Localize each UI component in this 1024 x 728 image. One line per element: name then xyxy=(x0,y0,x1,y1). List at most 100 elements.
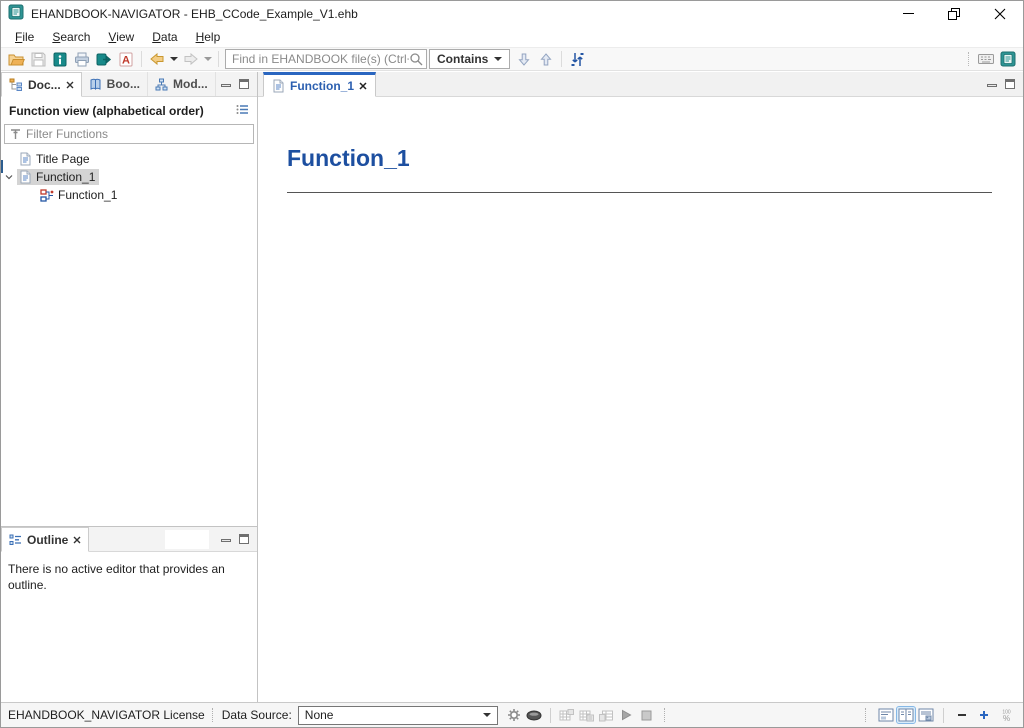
close-icon[interactable] xyxy=(66,81,74,89)
data-source-eye-icon xyxy=(526,710,542,721)
ehandbook-perspective-button[interactable] xyxy=(997,49,1019,70)
maximize-editor-icon[interactable] xyxy=(1005,79,1015,89)
menu-bar: File Search View Data Help xyxy=(1,26,1023,47)
data-source-view-button[interactable] xyxy=(524,705,544,725)
function-view-title: Function view (alphabetical order) xyxy=(9,104,204,118)
save-icon xyxy=(31,52,46,67)
toolbar-right-group xyxy=(964,49,1019,70)
window-title: EHANDBOOK-NAVIGATOR - EHB_CCode_Example_… xyxy=(31,7,358,21)
license-status: EHANDBOOK_NAVIGATOR License xyxy=(8,708,205,722)
menu-data[interactable]: Data xyxy=(143,28,186,46)
zoom-out-button[interactable] xyxy=(952,705,972,725)
zoom-level-indicator: 100% xyxy=(996,705,1016,725)
document-icon xyxy=(272,79,285,93)
title-bar: EHANDBOOK-NAVIGATOR - EHB_CCode_Example_… xyxy=(1,1,1023,26)
minimize-button[interactable] xyxy=(885,1,931,26)
pdf-export-button[interactable]: A xyxy=(115,49,137,70)
measure-button-3[interactable] xyxy=(597,705,617,725)
save-button[interactable] xyxy=(27,49,49,70)
ehandbook-book-button[interactable] xyxy=(49,49,71,70)
pdf-export-icon: A xyxy=(119,52,133,67)
tree-row-title-page[interactable]: Title Page xyxy=(1,150,257,168)
forward-history-dropdown[interactable] xyxy=(202,49,214,70)
back-history-caret xyxy=(170,57,178,61)
tab-outline[interactable]: Outline xyxy=(1,527,89,552)
print-icon xyxy=(74,52,90,67)
find-previous-button[interactable] xyxy=(535,49,557,70)
close-icon[interactable] xyxy=(359,82,367,90)
ehandbook-app-icon xyxy=(1000,51,1016,67)
forward-button[interactable] xyxy=(180,49,202,70)
menu-file[interactable]: File xyxy=(6,28,43,46)
close-icon xyxy=(994,8,1006,20)
settings-gear-icon xyxy=(507,708,521,722)
outline-toolbar-placeholder xyxy=(165,530,209,549)
tab-bookmarks-view[interactable]: Boo... xyxy=(82,72,148,96)
menu-search[interactable]: Search xyxy=(43,28,99,46)
contains-dropdown[interactable]: Contains xyxy=(429,49,510,69)
document-view-panel: Doc... Boo... Mod... xyxy=(1,72,257,527)
menu-help[interactable]: Help xyxy=(187,28,230,46)
main-toolbar: A Contains xyxy=(1,47,1023,71)
tab-editor-function-1[interactable]: Function_1 xyxy=(263,72,376,97)
forward-history-caret xyxy=(204,57,212,61)
layout-media-button[interactable] xyxy=(917,707,935,723)
chevron-down-icon[interactable] xyxy=(1,174,17,180)
synchronize-icon xyxy=(570,52,585,67)
selected-tree-item[interactable]: Function_1 xyxy=(17,169,99,185)
view-minmax-controls xyxy=(221,72,257,96)
close-button[interactable] xyxy=(977,1,1023,26)
minimize-view-icon[interactable] xyxy=(221,84,231,87)
restore-button[interactable] xyxy=(931,1,977,26)
synchronize-button[interactable] xyxy=(566,49,588,70)
back-button[interactable] xyxy=(146,49,168,70)
maximize-view-icon[interactable] xyxy=(239,79,249,89)
maximize-view-icon[interactable] xyxy=(239,534,249,544)
zoom-in-button[interactable] xyxy=(974,705,994,725)
print-button[interactable] xyxy=(71,49,93,70)
tab-model-view[interactable]: Mod... xyxy=(148,72,216,96)
measure-button-2[interactable] xyxy=(577,705,597,725)
back-history-dropdown[interactable] xyxy=(168,49,180,70)
export-button[interactable] xyxy=(93,49,115,70)
zoom-out-icon xyxy=(956,709,968,721)
find-next-button[interactable] xyxy=(513,49,535,70)
layout-split-button[interactable] xyxy=(897,707,915,723)
contains-caret xyxy=(494,57,502,61)
data-source-dropdown[interactable]: None xyxy=(298,706,498,725)
view-menu-icon[interactable] xyxy=(236,104,249,118)
tree-row-function-1-child[interactable]: Function_1 xyxy=(1,186,257,204)
statusbar-separator xyxy=(212,708,215,722)
model-diagram-icon xyxy=(155,78,168,91)
settings-button[interactable] xyxy=(504,705,524,725)
filter-functions-input[interactable] xyxy=(26,127,248,141)
function-tree: Title Page Function_1 xyxy=(1,144,257,204)
minimize-view-icon[interactable] xyxy=(221,539,231,542)
measure-grid-icon-2 xyxy=(579,709,594,722)
layout-single-button[interactable] xyxy=(877,707,895,723)
stop-button[interactable] xyxy=(637,705,657,725)
document-icon xyxy=(19,152,32,166)
status-bar: EHANDBOOK_NAVIGATOR License Data Source:… xyxy=(1,702,1023,727)
back-icon xyxy=(149,52,165,66)
key-assist-button[interactable] xyxy=(975,49,997,70)
play-button[interactable] xyxy=(617,705,637,725)
tab-document-view[interactable]: Doc... xyxy=(1,72,82,97)
open-file-icon xyxy=(8,52,25,67)
menu-view[interactable]: View xyxy=(99,28,143,46)
tree-row-function-1[interactable]: Function_1 xyxy=(1,168,257,186)
outline-tabrow: Outline xyxy=(1,527,257,552)
close-icon[interactable] xyxy=(73,536,81,544)
measure-button-1[interactable] xyxy=(557,705,577,725)
editor-tabrow: Function_1 xyxy=(258,72,1023,97)
find-input[interactable] xyxy=(232,52,409,66)
minimize-editor-icon[interactable] xyxy=(987,84,997,87)
editor-minmax-controls xyxy=(987,72,1023,96)
find-field-wrap xyxy=(225,49,427,69)
editor-content: Function_1 xyxy=(258,97,1023,702)
open-file-button[interactable] xyxy=(5,49,27,70)
stop-icon xyxy=(641,710,652,721)
function-diagram-icon xyxy=(40,189,54,202)
editor-area: Function_1 Function_1 xyxy=(258,72,1023,702)
data-source-label: Data Source: xyxy=(222,708,292,722)
